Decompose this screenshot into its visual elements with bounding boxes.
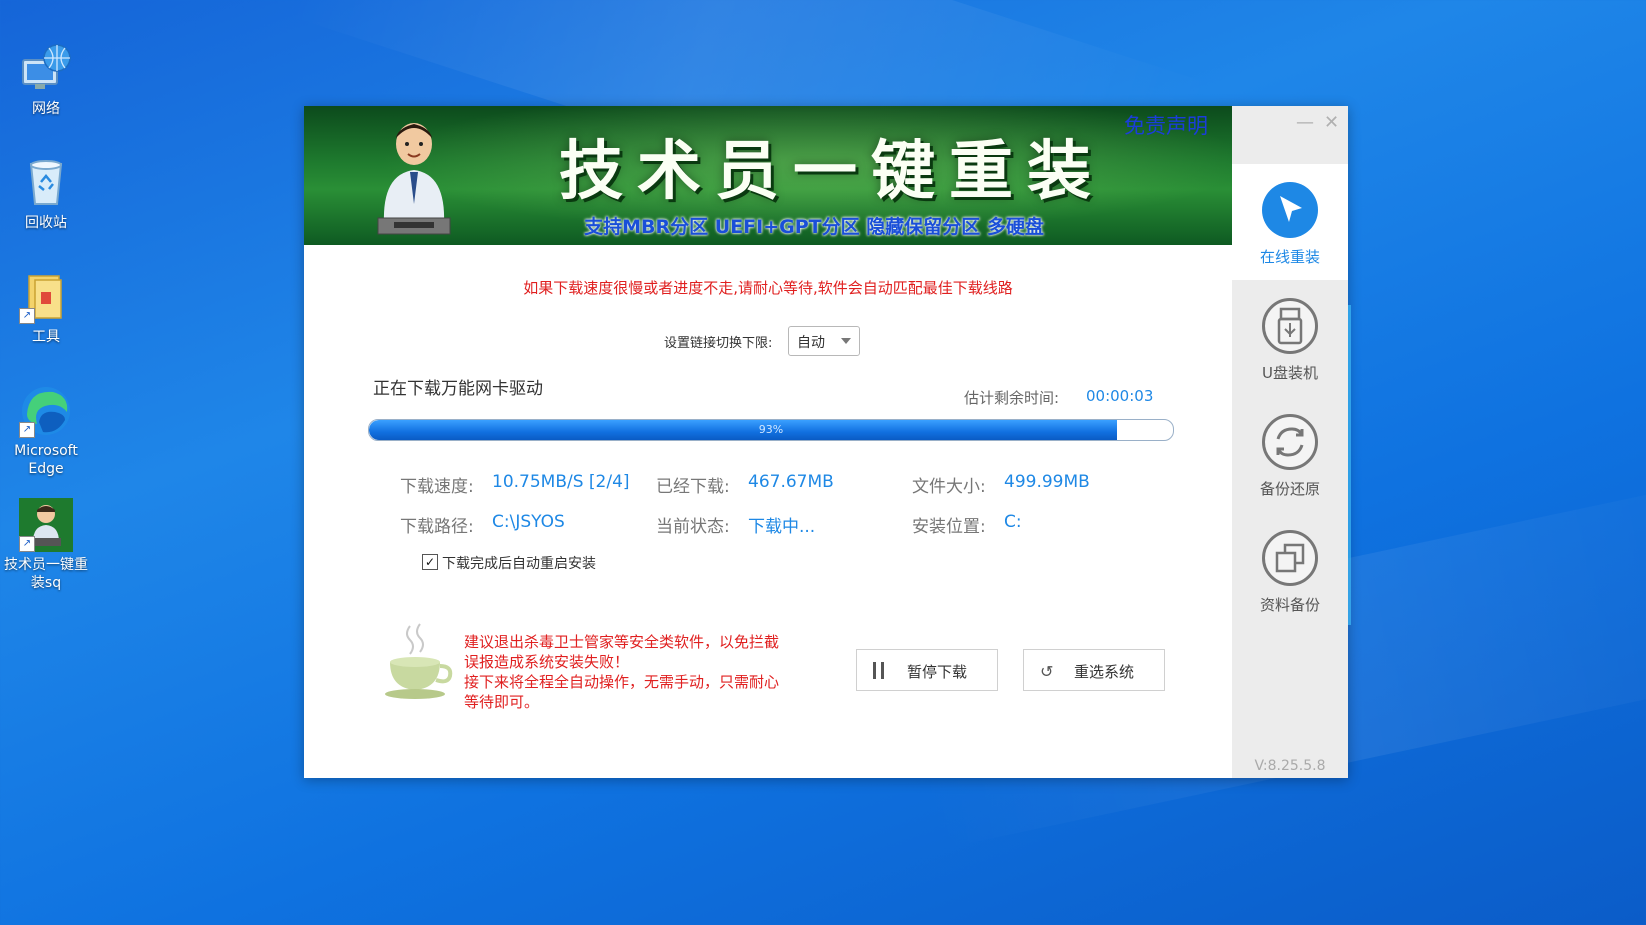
banner-subtitle: 支持MBR分区 UEFI+GPT分区 隐藏保留分区 多硬盘 [584, 216, 1044, 238]
sidebar-item-usb-install[interactable]: U盘装机 [1232, 280, 1348, 396]
desktop-icon-tools[interactable]: ↗ 工具 [0, 270, 92, 346]
eta-label: 估计剩余时间: [964, 389, 1060, 407]
reselect-system-button[interactable]: ↺ 重选系统 [1023, 649, 1165, 691]
downloaded-value: 467.67MB [748, 472, 834, 492]
edge-browser-icon: ↗ [19, 384, 73, 438]
path-value: C:\JSYOS [492, 512, 565, 532]
eta-value: 00:00:03 [1086, 387, 1154, 405]
sidebar-item-online-reinstall[interactable]: 在线重装 [1232, 164, 1348, 280]
tip-line: 误报造成系统安装失败！ [464, 653, 630, 671]
status-value: 下载中... [748, 517, 816, 537]
tip-line: 接下来将全程全自动操作，无需手动，只需耐心 [464, 673, 780, 691]
sidebar: — ✕ 在线重装 U盘装机 备份还原 资料备份 V:8.25.5.8 [1232, 106, 1348, 778]
current-task: 正在下载万能网卡驱动 [373, 379, 543, 399]
desktop-icon-label: 回收站 [25, 215, 67, 231]
path-label: 下载路径: [400, 517, 474, 537]
window-edge-glow [1348, 305, 1351, 625]
speed-notice: 如果下载速度很慢或者进度不走,请耐心等待,软件会自动匹配最佳下载线路 [523, 279, 1013, 297]
speed-value: 10.75MB/S [2/4] [492, 472, 630, 492]
link-switch-value: 自动 [797, 335, 825, 351]
technician-app-icon: ↗ [19, 498, 73, 552]
link-switch-select[interactable]: 自动 [788, 326, 860, 356]
auto-restart-checkbox[interactable]: ✓ [422, 554, 438, 570]
pause-download-label: 暂停下载 [907, 663, 968, 681]
desktop-icon-label: Microsoft Edge [14, 443, 78, 477]
copy-icon [1262, 530, 1318, 586]
sidebar-item-data-backup[interactable]: 资料备份 [1232, 512, 1348, 628]
technician-mascot-icon [364, 114, 464, 240]
pause-download-button[interactable]: 暂停下载 [856, 649, 998, 691]
auto-restart-label: 下载完成后自动重启安装 [442, 556, 596, 572]
shortcut-arrow-icon: ↗ [19, 422, 35, 438]
desktop-icon-recycle-bin[interactable]: 回收站 [0, 156, 92, 232]
shortcut-arrow-icon: ↗ [19, 536, 35, 552]
usb-icon [1262, 298, 1318, 354]
install-location-value: C: [1004, 512, 1022, 532]
disclaimer-link[interactable]: 免责声明 [1124, 110, 1208, 140]
folder-icon: ↗ [19, 270, 73, 324]
close-icon[interactable]: ✕ [1324, 112, 1339, 133]
banner-title: 技术员一键重装 [559, 134, 1105, 209]
sidebar-item-label: 资料备份 [1259, 596, 1320, 614]
desktop-icon-reinstall[interactable]: ↗ 技术员一键重装sq [0, 498, 92, 592]
minimize-icon[interactable]: — [1296, 112, 1314, 133]
sync-icon [1262, 414, 1318, 470]
desktop-icon-label: 工具 [32, 329, 60, 345]
tea-cup-icon [384, 622, 454, 700]
sidebar-item-label: U盘装机 [1262, 364, 1318, 382]
file-size-label: 文件大小: [912, 477, 986, 497]
download-progress-bar: 93% [368, 419, 1174, 441]
version-text: V:8.25.5.8 [1254, 758, 1326, 774]
reselect-system-label: 重选系统 [1074, 663, 1135, 681]
reinstall-window: 技术员一键重装 支持MBR分区 UEFI+GPT分区 隐藏保留分区 多硬盘 免责… [304, 106, 1348, 778]
install-location-label: 安装位置: [912, 517, 986, 537]
tip-line: 建议退出杀毒卫士管家等安全类软件，以免拦截 [464, 633, 780, 651]
desktop-icon-label: 网络 [32, 101, 60, 117]
progress-percent: 93% [758, 423, 784, 436]
desktop-icon-edge[interactable]: ↗ Microsoft Edge [0, 384, 92, 478]
network-icon [19, 42, 73, 96]
sidebar-item-backup-restore[interactable]: 备份还原 [1232, 396, 1348, 512]
desktop-icon-network[interactable]: 网络 [0, 42, 92, 118]
link-switch-label: 设置链接切换下限: [664, 336, 773, 351]
recycle-bin-icon [19, 156, 73, 210]
safety-tips: 建议退出杀毒卫士管家等安全类软件，以免拦截 误报造成系统安装失败！ 接下来将全程… [464, 632, 824, 712]
sidebar-item-label: 在线重装 [1259, 248, 1320, 266]
file-size-value: 499.99MB [1004, 472, 1090, 492]
cursor-arrow-icon [1262, 182, 1318, 238]
pause-icon [873, 662, 885, 679]
shortcut-arrow-icon: ↗ [19, 308, 35, 324]
header-banner: 技术员一键重装 支持MBR分区 UEFI+GPT分区 隐藏保留分区 多硬盘 免责… [304, 106, 1232, 245]
desktop-icon-label: 技术员一键重装sq [4, 557, 88, 591]
tip-line: 等待即可。 [464, 693, 540, 711]
undo-arrow-icon: ↺ [1040, 662, 1054, 681]
sidebar-item-label: 备份还原 [1259, 480, 1320, 498]
status-label: 当前状态: [656, 517, 730, 537]
downloaded-label: 已经下载: [656, 477, 730, 497]
chevron-down-icon [841, 338, 851, 344]
speed-label: 下载速度: [400, 477, 474, 497]
